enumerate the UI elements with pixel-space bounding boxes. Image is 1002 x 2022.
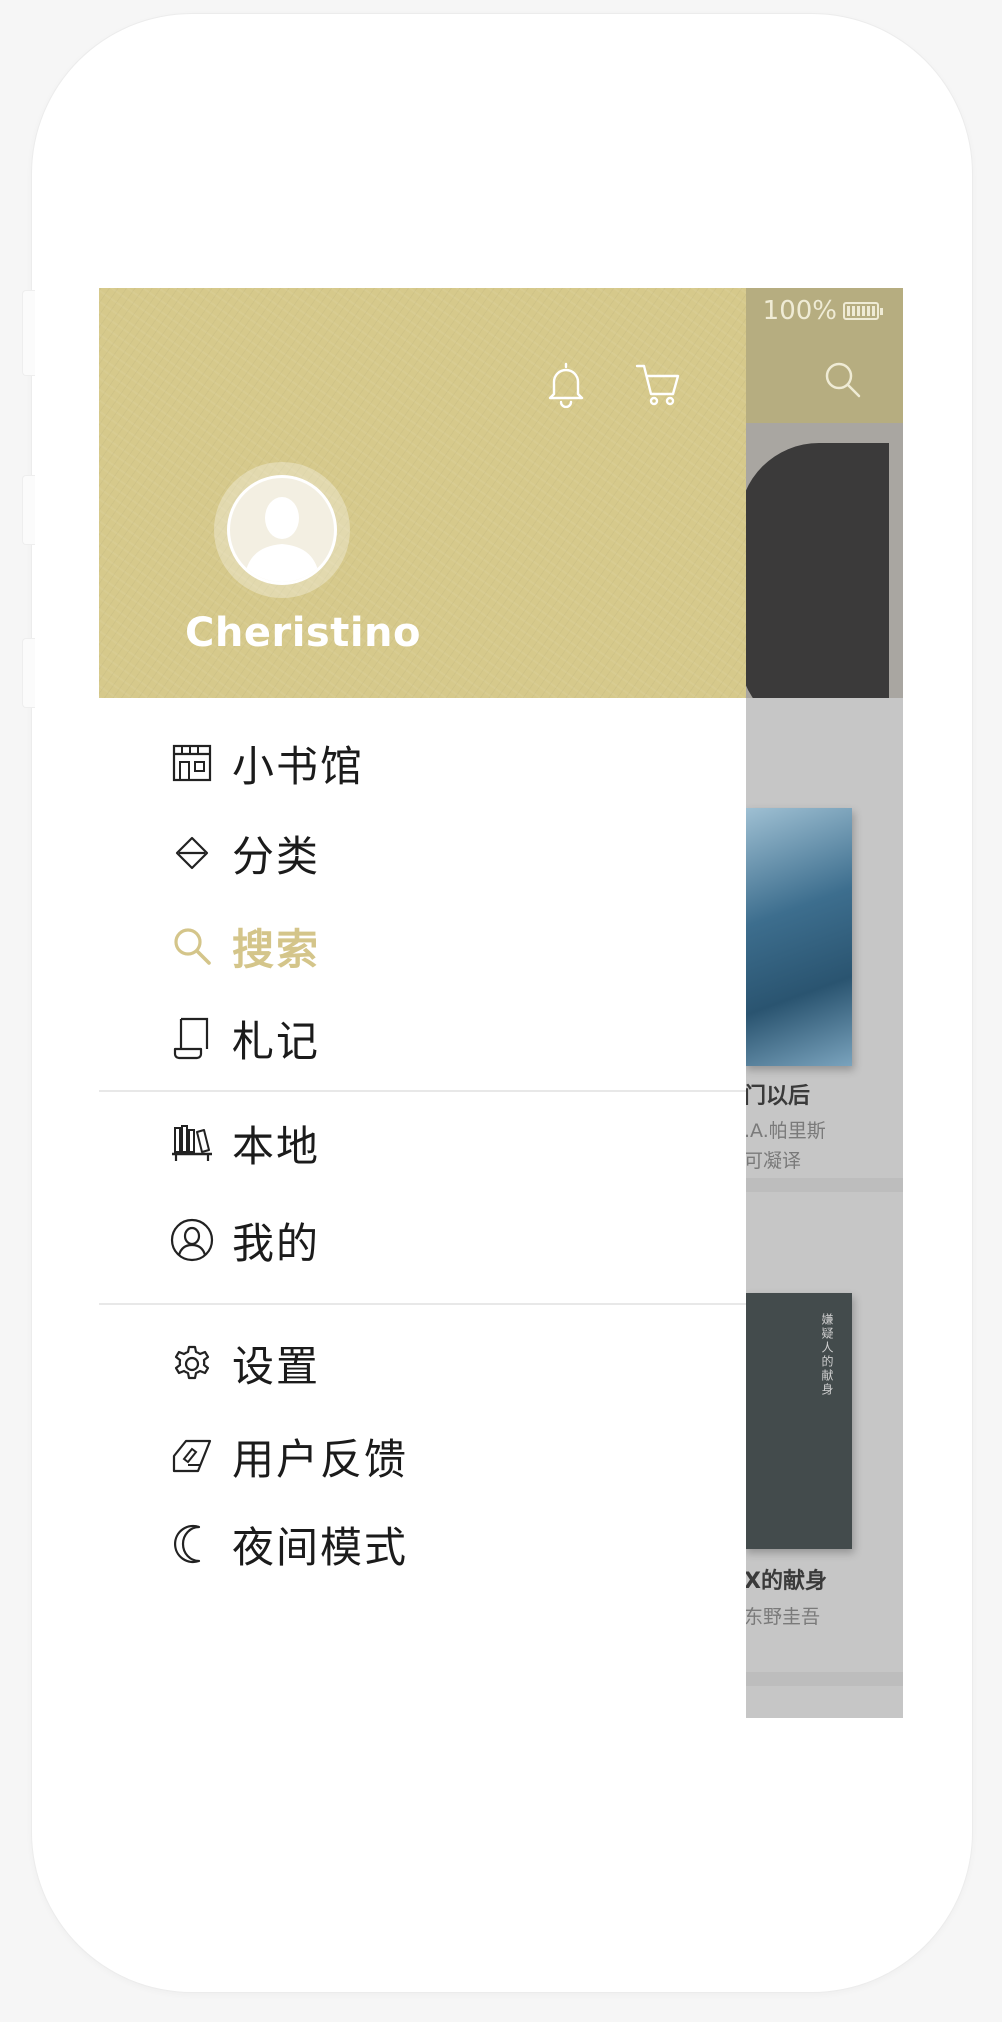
bookstore-icon [169, 740, 215, 786]
battery-icon [843, 302, 883, 320]
menu-divider [99, 1090, 746, 1092]
battery-percent: 100% [762, 296, 837, 326]
cover-text: 嫌疑人的献身 [820, 1313, 834, 1397]
search-icon [169, 923, 215, 969]
menu-item-bookstore[interactable]: 小书馆 [169, 728, 364, 798]
menu-item-category[interactable]: 分类 [169, 818, 320, 888]
book-author: 东野圭吾 [744, 1606, 821, 1628]
book-author: .A.帕里斯 [744, 1120, 826, 1142]
menu-item-notes[interactable]: 札记 [169, 1003, 320, 1073]
menu-label: 我的 [232, 1218, 321, 1268]
menu-divider [99, 1303, 746, 1305]
bookshelf-icon [169, 1120, 215, 1166]
profile-icon [169, 1217, 215, 1263]
menu-label: 用户反馈 [232, 1434, 409, 1484]
mute-switch [22, 290, 35, 376]
banner-image [739, 443, 889, 733]
book-cover[interactable] [744, 808, 852, 1066]
book-title[interactable]: 门以后 [744, 1078, 810, 1110]
menu-label: 小书馆 [232, 741, 365, 791]
menu-item-night-mode[interactable]: 夜间模式 [169, 1509, 408, 1579]
navigation-drawer: Cheristino 小书馆 分类 搜索 札记 本地 我的 设置 用户反馈 夜间… [99, 288, 746, 1718]
user-avatar-icon [227, 475, 337, 585]
menu-item-mine[interactable]: 我的 [169, 1205, 320, 1275]
menu-label: 夜间模式 [232, 1522, 409, 1572]
menu-label: 分类 [232, 831, 321, 881]
drawer-header: Cheristino [99, 288, 746, 698]
category-icon [169, 830, 215, 876]
status-bar: 100% [762, 296, 883, 326]
menu-item-feedback[interactable]: 用户反馈 [169, 1421, 408, 1491]
feedback-icon [169, 1433, 215, 1479]
shopping-cart-icon[interactable] [634, 360, 682, 412]
menu-label: 札记 [232, 1016, 321, 1066]
app-screen: 100% 门以后 .A.帕里斯 可凝译 嫌疑人的献身 X的献身 东野圭吾 Che… [99, 288, 903, 1718]
avatar[interactable] [214, 462, 350, 598]
menu-label: 设置 [232, 1341, 321, 1391]
menu-item-local[interactable]: 本地 [169, 1108, 320, 1178]
book-cover[interactable]: 嫌疑人的献身 [744, 1293, 852, 1549]
volume-up-button [22, 475, 35, 545]
menu-label: 搜索 [232, 924, 321, 974]
username[interactable]: Cheristino [185, 610, 421, 656]
menu-item-search[interactable]: 搜索 [169, 911, 320, 981]
book-title[interactable]: X的献身 [744, 1563, 827, 1595]
menu-label: 本地 [232, 1121, 321, 1171]
volume-down-button [22, 638, 35, 708]
moon-icon [169, 1521, 215, 1567]
book-translator: 可凝译 [744, 1150, 802, 1172]
gear-icon [169, 1340, 215, 1386]
bell-icon[interactable] [544, 360, 588, 412]
notes-icon [169, 1015, 215, 1061]
search-icon[interactable] [823, 360, 863, 404]
menu-item-settings[interactable]: 设置 [169, 1328, 320, 1398]
